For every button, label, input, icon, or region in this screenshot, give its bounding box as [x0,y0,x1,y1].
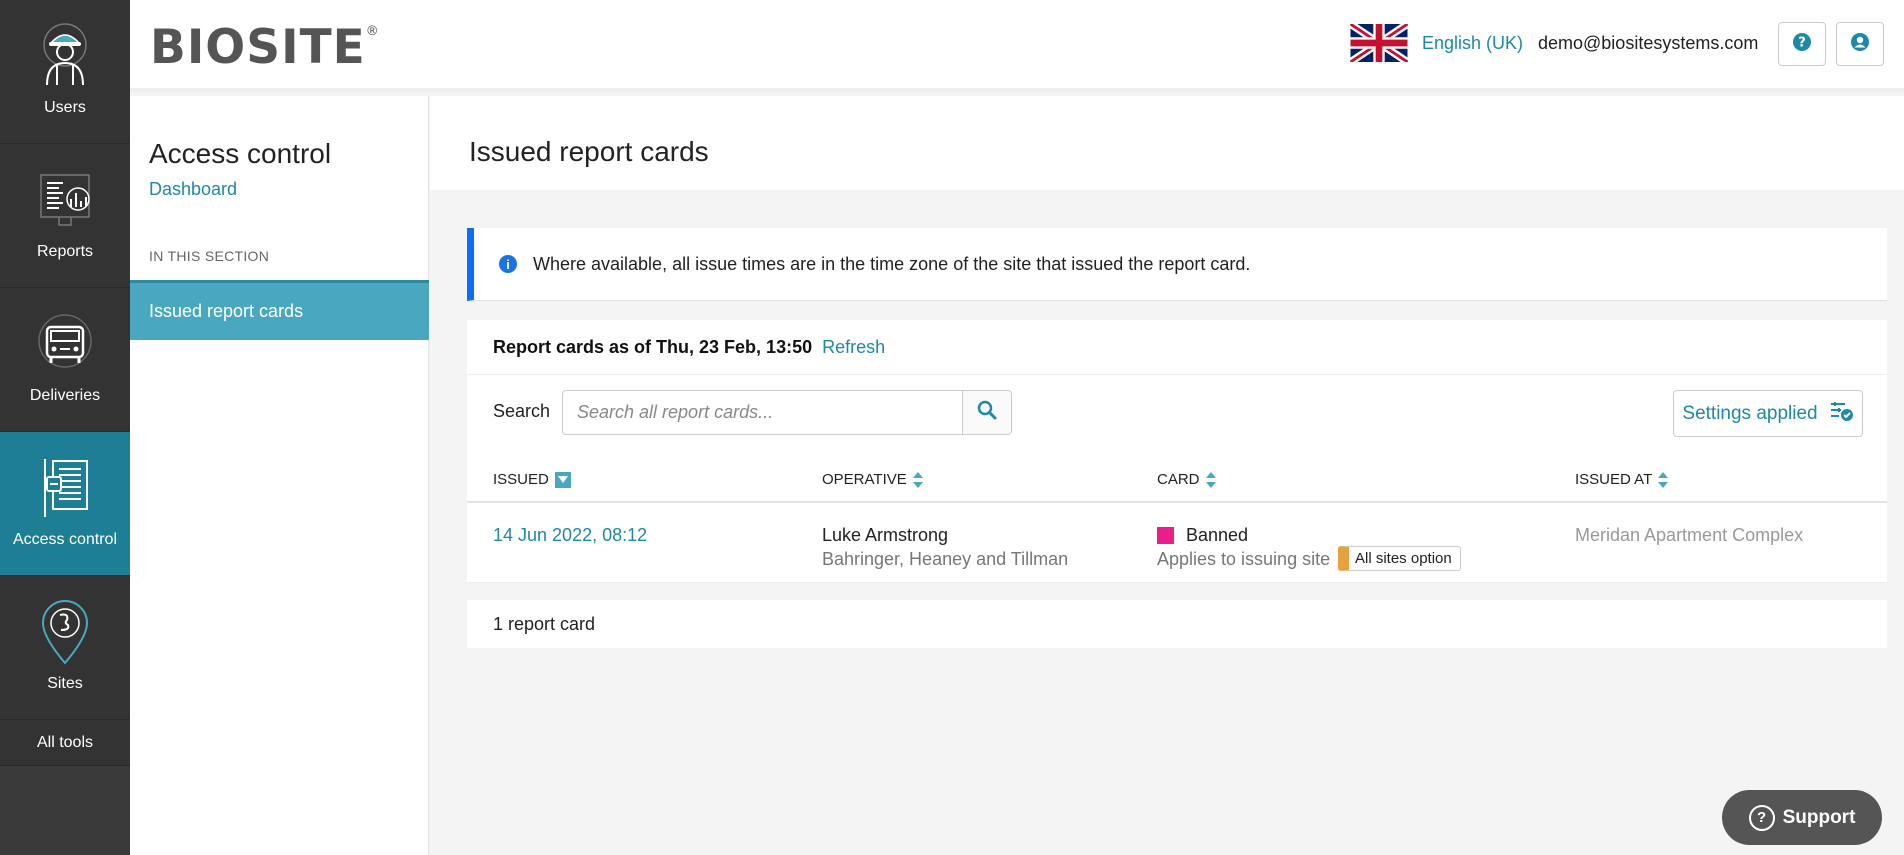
nav-item-access-control[interactable]: Access control [0,432,130,576]
report-count-text: 1 report card [493,613,596,634]
language-link[interactable]: English (UK) [1422,33,1523,54]
nav-item-sites[interactable]: Sites [0,576,130,720]
biosite-logo: BIOSITE® [150,20,380,75]
issued-at-site: Meridan Apartment Complex [1575,525,1804,545]
worker-icon [35,23,95,89]
column-header-card[interactable]: Card [1157,471,1216,488]
settings-applied-button[interactable]: Settings applied [1673,390,1863,437]
logo-text: BIOSITE [150,20,366,75]
section-sidebar: Access control Dashboard IN THIS SECTION… [130,96,429,855]
access-control-icon [35,455,95,521]
column-header-operative[interactable]: Operative [822,471,923,488]
table-header: Issued Operative Card Issued at [467,453,1887,503]
support-question-icon: ? [1748,804,1775,831]
all-sites-badge: All sites option [1338,546,1461,571]
support-label: Support [1782,806,1856,828]
card-name: Banned [1186,525,1249,545]
column-header-issued[interactable]: Issued [493,471,571,488]
table-row: 14 Jun 2022, 08:12 Luke Armstrong Bahrin… [467,503,1887,583]
section-title: Access control [149,138,332,169]
page-header: Issued report cards [430,96,1904,190]
column-label-issued-at: Issued at [1575,471,1653,488]
sort-icon [1658,471,1669,488]
column-label-issued: Issued [493,471,549,488]
question-icon: ? [1792,32,1812,57]
uk-flag-icon[interactable] [1348,20,1410,66]
search-row: Search Settings applied [467,375,1887,453]
nav-item-deliveries[interactable]: Deliveries [0,288,130,432]
card-applies-text: Applies to issuing site [1157,549,1331,569]
reports-icon [35,167,95,233]
top-header: BIOSITE® English (UK) demo@biositesystem… [130,0,1904,92]
map-pin-icon [35,599,95,665]
sort-icon [912,471,923,488]
nav-label-users: Users [44,99,86,116]
filter-settings-icon [1830,400,1854,428]
left-nav: Users Reports Deliveries Access control … [0,0,130,855]
nav-item-users[interactable]: Users [0,0,130,144]
nav-label-reports: Reports [36,243,94,260]
sort-descending-icon [554,471,571,488]
report-count: 1 report card [467,600,1887,648]
refresh-link[interactable]: Refresh [822,337,885,358]
page-title: Issued report cards [469,136,709,167]
as-of-text: Report cards as of Thu, 23 Feb, 13:50 [493,336,813,357]
user-icon [1850,32,1870,57]
sidebar-item-label: Issued report cards [149,301,304,321]
search-icon [977,400,997,425]
nav-all-tools[interactable]: All tools [0,720,130,766]
column-label-card: Card [1157,471,1200,488]
nav-label-deliveries: Deliveries [29,387,101,404]
search-input[interactable] [562,390,965,435]
sort-icon [1205,471,1216,488]
info-icon: i [499,255,517,273]
nav-item-reports[interactable]: Reports [0,144,130,288]
report-cards-header: Report cards as of Thu, 23 Feb, 13:50 Re… [467,320,1887,375]
search-button[interactable] [962,390,1012,435]
help-button[interactable]: ? [1778,22,1826,66]
svg-text:?: ? [1798,35,1806,50]
report-cards-panel: Report cards as of Thu, 23 Feb, 13:50 Re… [467,320,1887,583]
support-button[interactable]: ? Support [1722,790,1882,845]
info-text: Where available, all issue times are in … [533,253,1251,274]
settings-label: Settings applied [1682,402,1818,424]
nav-label-all-tools: All tools [36,733,94,751]
card-color-swatch [1157,527,1174,544]
user-email: demo@biositesystems.com [1538,33,1759,53]
logo-registered-mark: ® [365,24,380,39]
sidebar-item-issued-report-cards[interactable]: Issued report cards [130,280,429,340]
info-banner: i Where available, all issue times are i… [467,228,1887,301]
nav-label-access-control: Access control [12,531,118,548]
account-button[interactable] [1836,22,1884,66]
nav-label-sites: Sites [47,675,83,692]
truck-icon [35,311,95,377]
column-label-operative: Operative [822,471,907,488]
operative-company: Bahringer, Heaney and Tillman [822,549,1069,569]
issued-date-link[interactable]: 14 Jun 2022, 08:12 [493,525,647,546]
search-label: Search [493,401,551,421]
column-header-issued-at[interactable]: Issued at [1575,471,1669,488]
dashboard-link[interactable]: Dashboard [149,179,237,200]
in-this-section-heading: IN THIS SECTION [149,248,270,264]
operative-name: Luke Armstrong [822,525,949,545]
